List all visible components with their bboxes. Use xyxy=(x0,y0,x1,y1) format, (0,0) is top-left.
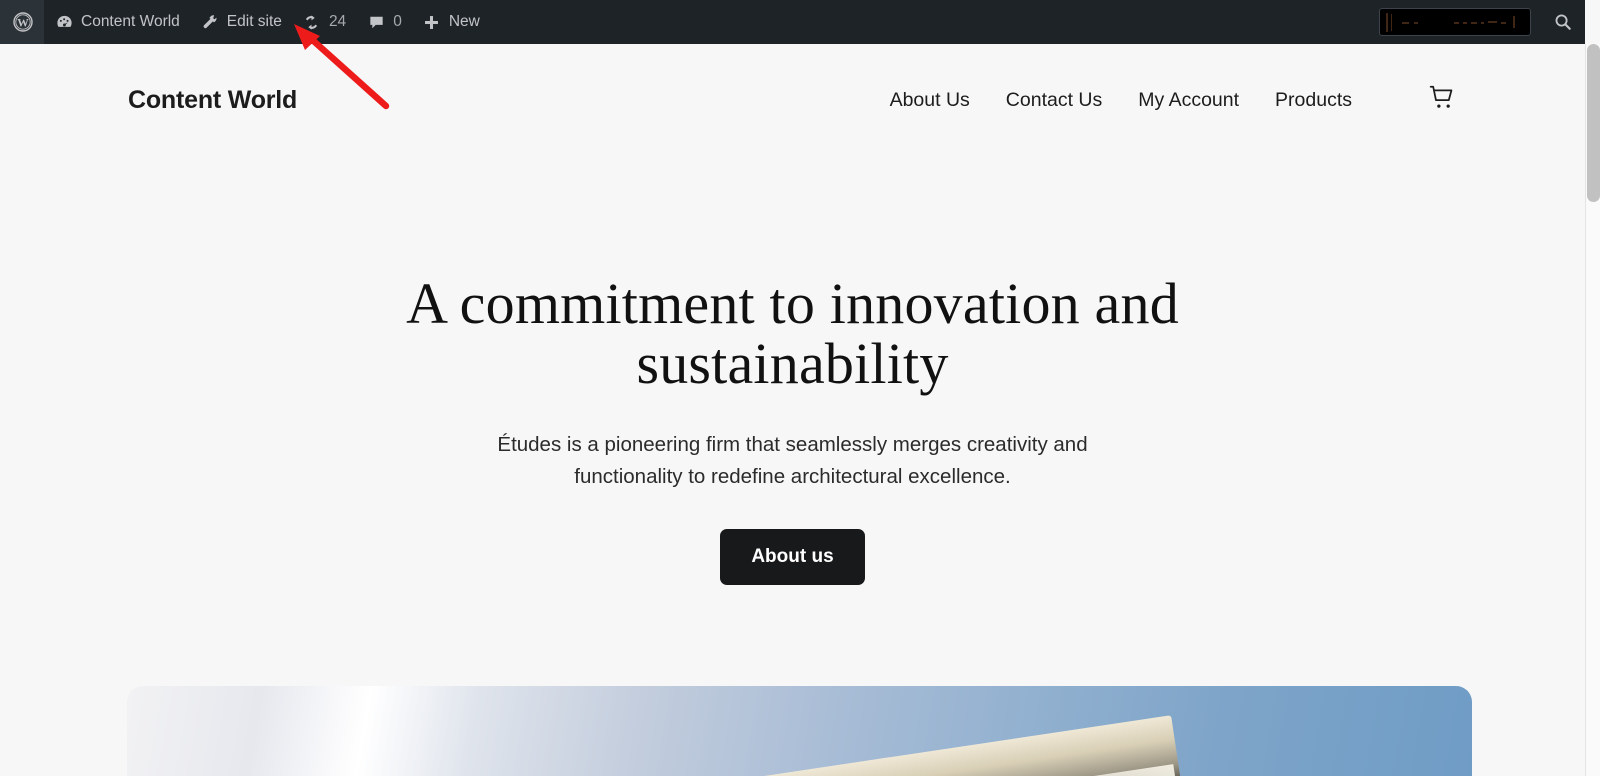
hero-heading: A commitment to innovation and sustainab… xyxy=(406,271,1179,397)
vertical-scrollbar[interactable] xyxy=(1585,44,1600,776)
nav-item-my-account[interactable]: My Account xyxy=(1138,89,1239,112)
admin-bar-comments[interactable]: 0 xyxy=(356,0,412,44)
admin-bar-updates-count: 24 xyxy=(328,13,347,31)
site-header: Content World About Us Contact Us My Acc… xyxy=(0,44,1585,156)
nav-item-about-us[interactable]: About Us xyxy=(890,89,970,112)
admin-bar-site-name[interactable]: Content World xyxy=(44,0,190,44)
primary-navigation: About Us Contact Us My Account Products xyxy=(890,83,1457,117)
search-magnifier-icon xyxy=(1553,12,1573,32)
hero-image xyxy=(127,686,1472,776)
hero-subtitle: Études is a pioneering firm that seamles… xyxy=(497,432,1088,488)
admin-bar-updates[interactable]: 24 xyxy=(292,0,356,44)
about-us-button[interactable]: About us xyxy=(720,528,865,585)
comment-bubble-icon xyxy=(366,12,386,32)
admin-bar-search-area xyxy=(1379,0,1585,44)
nav-item-contact-us[interactable]: Contact Us xyxy=(1006,89,1102,112)
hero-section: A commitment to innovation and sustainab… xyxy=(0,156,1585,585)
nav-item-products[interactable]: Products xyxy=(1275,89,1352,112)
shopping-cart-icon xyxy=(1428,83,1457,117)
wordpress-logo-icon: W xyxy=(13,12,33,32)
svg-text:W: W xyxy=(17,18,29,30)
admin-bar-comments-count: 0 xyxy=(393,13,402,31)
wp-admin-bar: W Content World Edit site 24 0 New xyxy=(0,0,1585,44)
site-title[interactable]: Content World xyxy=(128,86,297,115)
updates-refresh-icon xyxy=(302,12,322,32)
admin-bar-edit-site[interactable]: Edit site xyxy=(190,0,292,44)
admin-bar-site-name-label: Content World xyxy=(81,13,180,31)
admin-bar-new-label: New xyxy=(448,13,480,31)
hammer-edit-icon xyxy=(200,12,220,32)
admin-bar-new-content[interactable]: New xyxy=(412,0,490,44)
plus-icon xyxy=(422,12,442,32)
dashboard-speedometer-icon xyxy=(54,12,74,32)
scrollbar-thumb[interactable] xyxy=(1587,44,1600,202)
building-roof-shape xyxy=(656,715,1187,776)
admin-bar-edit-site-label: Edit site xyxy=(226,13,282,31)
admin-bar-wordpress-logo[interactable]: W xyxy=(0,0,44,44)
cart-link[interactable] xyxy=(1428,83,1457,117)
admin-bar-search-input[interactable] xyxy=(1379,8,1531,36)
admin-bar-search-submit[interactable] xyxy=(1541,0,1585,44)
